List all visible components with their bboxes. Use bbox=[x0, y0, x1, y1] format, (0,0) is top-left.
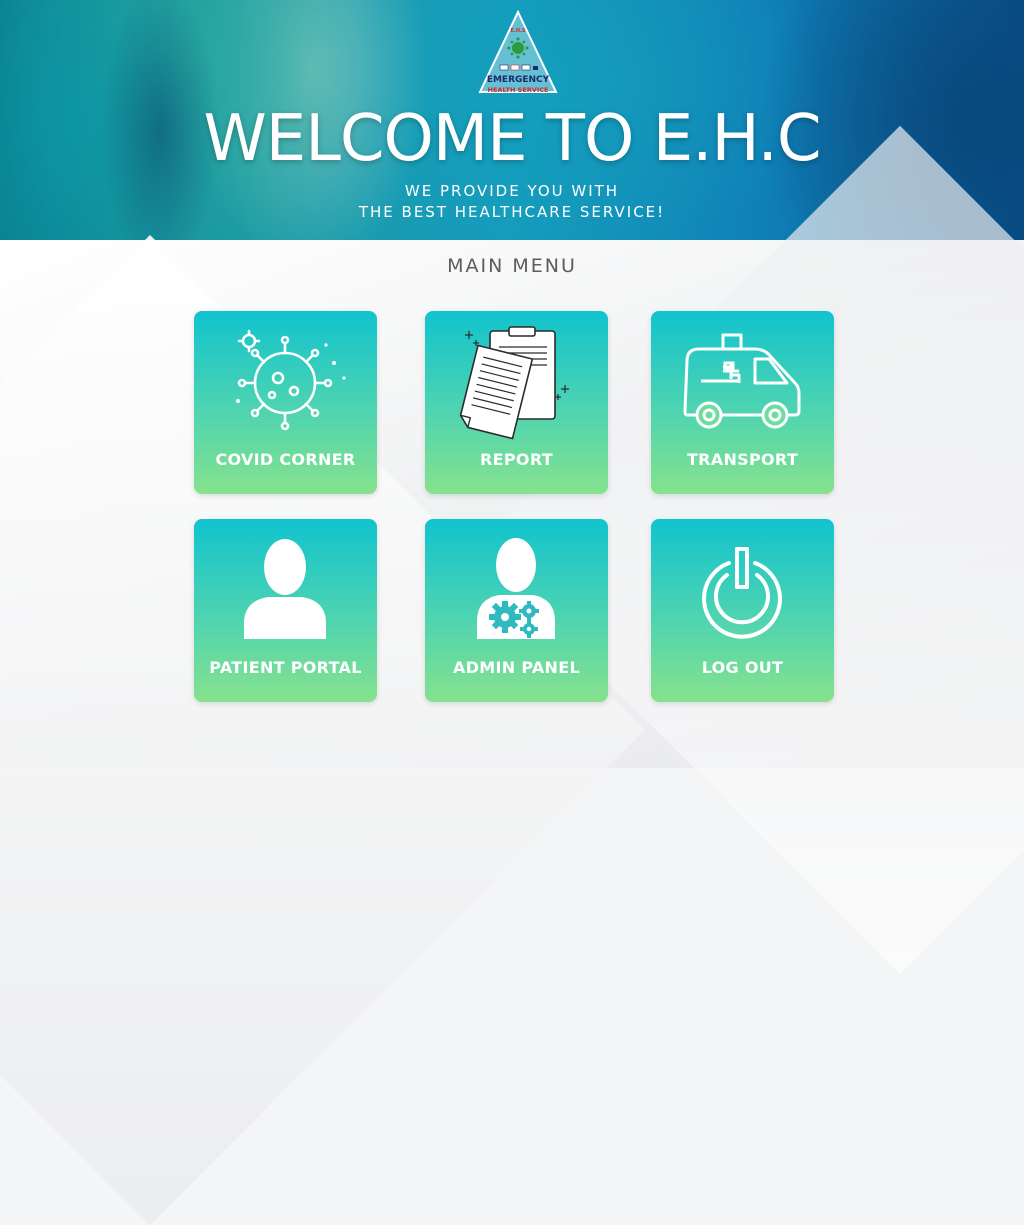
ehs-logo-icon: E.H.S EMERGENCY HEALTH SERVICE bbox=[478, 10, 558, 94]
admin-gears-icon bbox=[477, 538, 555, 639]
patient-portal-button[interactable]: PATIENT PORTAL bbox=[194, 519, 377, 702]
covid-corner-button[interactable]: COVID CORNER bbox=[194, 311, 377, 494]
covid-corner-label: COVID CORNER bbox=[215, 450, 356, 469]
admin-panel-label: ADMIN PANEL bbox=[453, 658, 580, 677]
logo-line1: EMERGENCY bbox=[487, 75, 550, 85]
virus-icon bbox=[236, 329, 346, 431]
user-icon bbox=[244, 539, 326, 639]
ambulance-icon bbox=[683, 333, 801, 429]
log-out-button[interactable]: LOG OUT bbox=[651, 519, 834, 702]
log-out-label: LOG OUT bbox=[701, 658, 784, 677]
power-icon bbox=[702, 547, 782, 639]
report-button[interactable]: REPORT bbox=[425, 311, 608, 494]
transport-label: TRANSPORT bbox=[686, 450, 799, 469]
patient-portal-label: PATIENT PORTAL bbox=[209, 658, 362, 677]
main-menu-title: MAIN MENU bbox=[447, 255, 577, 277]
admin-panel-button[interactable]: ADMIN PANEL bbox=[425, 519, 608, 702]
report-label: REPORT bbox=[480, 450, 553, 469]
clipboard-report-icon bbox=[459, 326, 569, 440]
logo-abbr: E.H.S bbox=[511, 28, 526, 34]
logo-line2: HEALTH SERVICE bbox=[488, 86, 549, 94]
transport-button[interactable]: TRANSPORT bbox=[651, 311, 834, 494]
